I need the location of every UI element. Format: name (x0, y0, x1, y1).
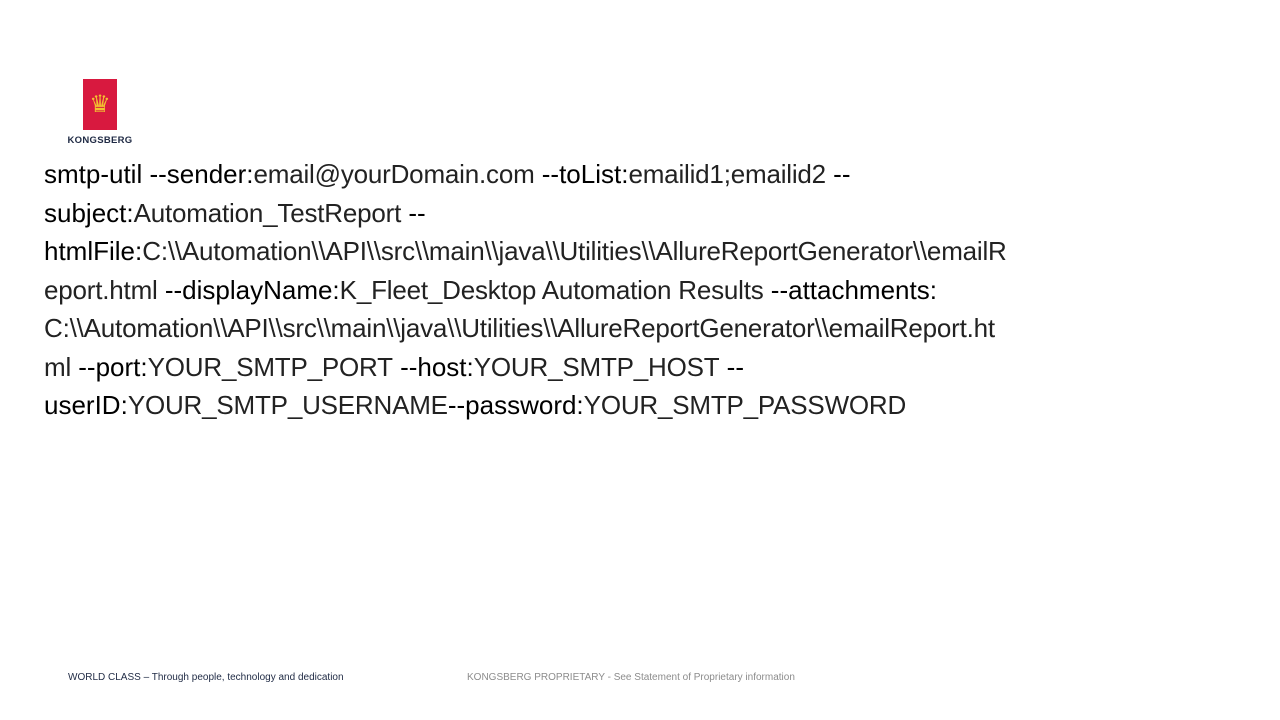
option-value: YOUR_SMTP_PASSWORD (583, 390, 907, 420)
option-key: -- (825, 159, 851, 189)
option-key: --displayName: (157, 274, 340, 305)
option-key: -- (719, 351, 744, 382)
option-value: ml (44, 351, 72, 382)
command-line: subject:Automation_TestReport -- (44, 194, 1007, 233)
command-line: ml --port:YOUR_SMTP_PORT --host:YOUR_SMT… (44, 348, 1007, 387)
command-text: smtp-util --sender:email@yourDomain.com … (44, 155, 1007, 425)
crown-emblem-icon: ♛ (89, 90, 111, 118)
option-key: subject: (44, 197, 134, 228)
command-line: smtp-util --sender:email@yourDomain.com … (44, 155, 1007, 194)
option-value: C:\\Automation\\API\\src\\main\\java\\Ut… (44, 313, 995, 343)
command-line: userID:YOUR_SMTP_USERNAME--password:YOUR… (44, 386, 1007, 425)
option-key: userID: (44, 390, 128, 420)
option-key: htmlFile: (44, 236, 143, 266)
option-key: --host: (392, 351, 474, 382)
option-key: --port: (71, 351, 148, 382)
option-key: smtp-util --sender: (44, 159, 254, 189)
option-key: -- (401, 197, 426, 228)
option-value: C:\\Automation\\API\\src\\main\\java\\Ut… (142, 236, 1007, 266)
logo-wordmark: KONGSBERG (67, 135, 133, 146)
option-value: YOUR_SMTP_USERNAME (127, 390, 448, 420)
option-key: --toList: (534, 159, 629, 189)
option-key: --password: (447, 390, 584, 420)
option-value: eport.html (44, 274, 158, 305)
option-value: email@yourDomain.com (253, 159, 535, 189)
kongsberg-logo: ♛ KONGSBERG (64, 78, 136, 150)
option-value: emailid1;emailid2 (628, 159, 826, 189)
command-line: C:\\Automation\\API\\src\\main\\java\\Ut… (44, 309, 1007, 348)
command-line: eport.html --displayName:K_Fleet_Desktop… (44, 271, 1007, 310)
option-value: K_Fleet_Desktop Automation Results (339, 274, 764, 305)
option-value: Automation_TestReport (133, 197, 402, 228)
footer-proprietary-notice: KONGSBERG PROPRIETARY - See Statement of… (467, 672, 795, 683)
option-value: YOUR_SMTP_HOST (473, 351, 720, 382)
option-value: YOUR_SMTP_PORT (147, 351, 393, 382)
option-key: --attachments: (763, 274, 937, 305)
footer-tagline: WORLD CLASS – Through people, technology… (68, 672, 344, 683)
command-line: htmlFile:C:\\Automation\\API\\src\\main\… (44, 232, 1007, 271)
